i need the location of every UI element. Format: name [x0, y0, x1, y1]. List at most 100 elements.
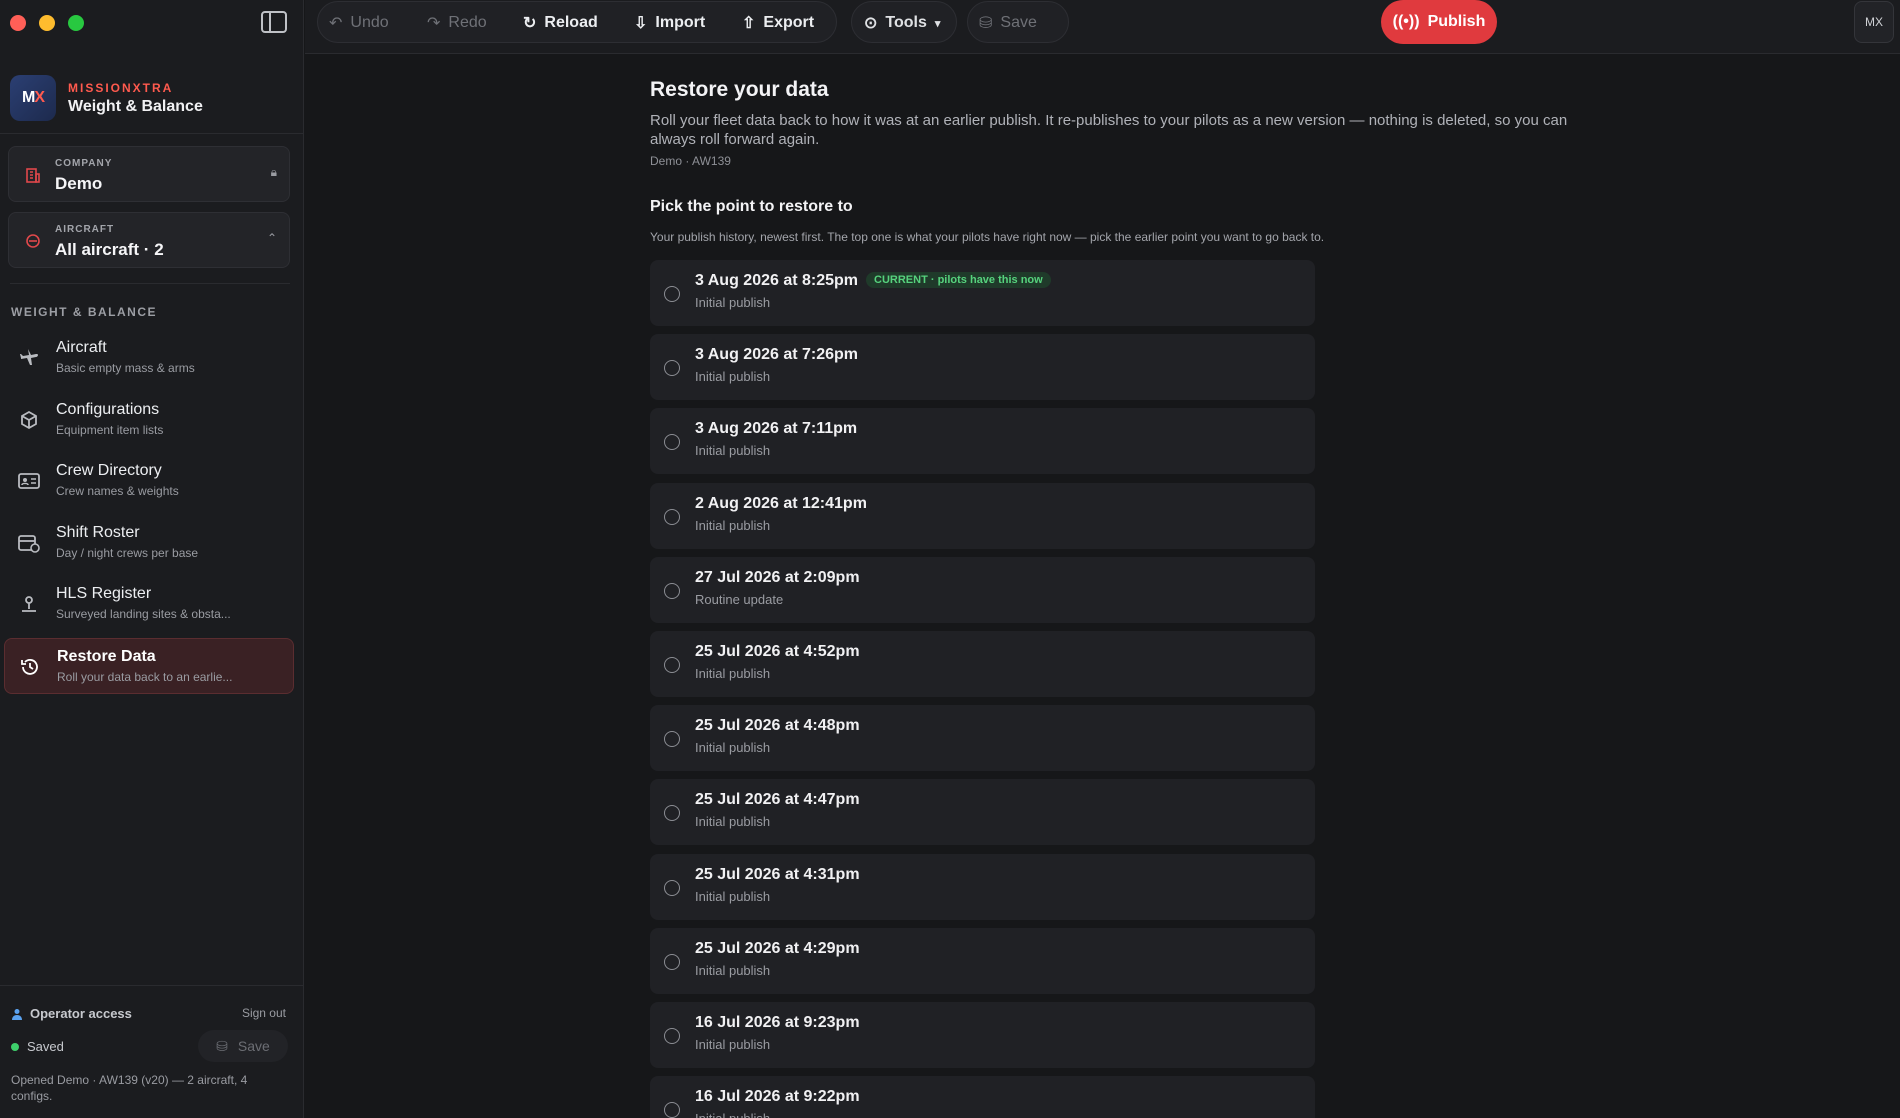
plane-icon [18, 348, 40, 368]
app-window: MX MISSIONXTRA Weight & Balance COMPANY … [0, 0, 1900, 1118]
tools-dropdown[interactable]: ⊙ Tools ▾ [864, 12, 940, 34]
restore-point-row[interactable]: 25 Jul 2026 at 4:47pm Initial publish [650, 779, 1315, 846]
sidebar-item-label: Restore Data [57, 647, 156, 665]
restore-point-row[interactable]: 3 Aug 2026 at 8:25pm CURRENT · pilots hav… [650, 260, 1315, 326]
save-icon: ⛁ [216, 1037, 228, 1054]
sign-out-link[interactable]: Sign out [242, 1006, 286, 1020]
avatar[interactable]: MX [1854, 1, 1894, 43]
restore-point-date-text: 3 Aug 2026 at 8:25pm [695, 272, 859, 289]
restore-point-note: Initial publish [695, 814, 771, 830]
radio-button[interactable] [664, 731, 680, 748]
restore-point-date: 25 Jul 2026 at 4:31pm [695, 866, 860, 884]
calendar-icon [18, 533, 40, 553]
aircraft-picker[interactable]: AIRCRAFT All aircraft · 2 ⌃ [8, 212, 290, 268]
radio-button[interactable] [664, 1102, 680, 1118]
publish-button[interactable]: ((•)) Publish [1381, 0, 1497, 44]
restore-point-date: 3 Aug 2026 at 7:26pm [695, 346, 858, 364]
restore-point-row[interactable]: 16 Jul 2026 at 9:23pm Initial publish [650, 1002, 1315, 1068]
restore-point-row[interactable]: 3 Aug 2026 at 7:26pm Initial publish [650, 334, 1315, 401]
radio-button[interactable] [664, 1028, 680, 1044]
sidebar-item-crew-directory[interactable]: Crew Directory Crew names & weights [4, 453, 294, 509]
aircraft-value: All aircraft · 2 [55, 240, 164, 259]
restore-point-row[interactable]: 16 Jul 2026 at 9:22pm Initial publish [650, 1076, 1315, 1118]
divider [0, 133, 304, 134]
landing-site-icon [18, 594, 40, 614]
minimize-window-button[interactable] [39, 15, 55, 31]
redo-label: Redo [448, 14, 487, 31]
save-button[interactable]: ⛁ Save [979, 12, 1037, 34]
brand-logo: MX [10, 75, 56, 121]
restore-point-date-text: 25 Jul 2026 at 4:29pm [695, 939, 860, 957]
brand-kicker: MISSIONXTRA [68, 80, 174, 95]
aircraft-label: AIRCRAFT [55, 224, 115, 235]
restore-point-note: Initial publish [695, 962, 771, 978]
save-status-label: Saved [27, 1039, 64, 1054]
restore-point-note: Initial publish [695, 369, 771, 385]
restore-point-row[interactable]: 25 Jul 2026 at 4:29pm Initial publish [650, 927, 1315, 994]
restore-point-date: 2 Aug 2026 at 12:41pm [695, 495, 867, 513]
section-subtitle: Your publish history, newest first. The … [650, 230, 1325, 244]
breadcrumb: Demo · AW139 [650, 154, 731, 168]
chevron-down-icon: ▾ [934, 17, 941, 30]
sidebar-item-restore-data[interactable]: Restore Data Roll your data back to an e… [4, 637, 294, 694]
restore-point-note: Initial publish [695, 666, 771, 681]
restore-point-date-text: 3 Aug 2026 at 7:26pm [695, 346, 859, 364]
sidebar-item-configurations[interactable]: Configurations Equipment item lists [4, 392, 294, 448]
company-picker[interactable]: COMPANY Demo 🔒︎ [8, 146, 290, 202]
sidebar-item-aircraft[interactable]: Aircraft Basic empty mass & arms [4, 330, 294, 386]
close-window-button[interactable] [10, 15, 26, 31]
restore-header: Restore your data Roll your fleet data b… [650, 78, 1570, 168]
sidebar-item-subtitle: Basic empty mass & arms [56, 361, 195, 375]
restore-point-row[interactable]: 3 Aug 2026 at 7:11pm Initial publish [650, 408, 1315, 475]
sidebar-item-subtitle: Roll your data back to an earlie... [57, 669, 233, 684]
sidebar-item-subtitle: Day / night crews per base [56, 545, 199, 560]
import-button[interactable]: ⇩ Import [634, 12, 705, 34]
redo-button[interactable]: ↷ Redo [427, 12, 487, 34]
chevron-updown-icon: ⌃ [266, 231, 277, 245]
restore-point-row[interactable]: 2 Aug 2026 at 12:41pm Initial publish [650, 482, 1315, 549]
sidebar-item-shift-roster[interactable]: Shift Roster Day / night crews per base [4, 515, 294, 571]
radio-button[interactable] [664, 805, 680, 822]
restore-point-row[interactable]: 25 Jul 2026 at 4:52pm Initial publish [650, 631, 1315, 697]
undo-button[interactable]: ↶ Undo [329, 12, 389, 34]
sidebar-item-label: Crew Directory [56, 462, 162, 479]
radio-button[interactable] [664, 360, 680, 377]
restore-point-date: 3 Aug 2026 at 8:25pm CURRENT · pilots hav… [695, 272, 1051, 290]
restore-point-note: Initial publish [695, 295, 771, 310]
restore-point-row[interactable]: 25 Jul 2026 at 4:48pm Initial publish [650, 705, 1315, 772]
page-title: Restore your data [650, 78, 829, 101]
reload-button[interactable]: ↻ Reload [523, 12, 598, 34]
sidebar-item-subtitle: Surveyed landing sites & obsta... [56, 607, 231, 621]
radio-button[interactable] [664, 286, 680, 302]
restore-point-note: Initial publish [695, 443, 771, 459]
radio-button[interactable] [664, 508, 680, 525]
restore-point-date-text: 16 Jul 2026 at 9:22pm [695, 1088, 860, 1106]
radio-button[interactable] [664, 953, 680, 970]
restore-point-note: Initial publish [695, 1111, 770, 1118]
app-name: Weight & Balance [68, 97, 203, 115]
footer-save-button[interactable]: ⛁ Save [198, 1030, 288, 1062]
restore-point-row[interactable]: 25 Jul 2026 at 4:31pm Initial publish [650, 853, 1315, 920]
id-card-icon [18, 471, 40, 491]
restore-point-date: 16 Jul 2026 at 9:23pm [695, 1014, 860, 1032]
radio-button[interactable] [664, 657, 680, 673]
box-icon [18, 410, 40, 430]
restore-point-row[interactable]: 27 Jul 2026 at 2:09pm Routine update [650, 556, 1315, 623]
operator-access-label: Operator access [30, 1006, 132, 1021]
restore-point-date-text: 2 Aug 2026 at 12:41pm [695, 494, 867, 512]
restore-point-date-text: 16 Jul 2026 at 9:23pm [695, 1014, 860, 1031]
sidebar-toggle-icon[interactable] [261, 11, 287, 33]
sidebar-item-subtitle: Equipment item lists [56, 422, 164, 437]
radio-button[interactable] [664, 582, 680, 599]
export-button[interactable]: ⇧ Export [742, 12, 814, 34]
zoom-window-button[interactable] [68, 15, 84, 31]
save-icon: ⛁ [979, 15, 993, 32]
radio-button[interactable] [664, 879, 680, 896]
tools-label: Tools [885, 14, 927, 31]
restore-point-note: Initial publish [695, 740, 771, 756]
sidebar: MX MISSIONXTRA Weight & Balance COMPANY … [0, 0, 304, 1118]
lock-icon: 🔒︎ [270, 165, 277, 179]
restore-point-date-text: 25 Jul 2026 at 4:47pm [695, 791, 860, 809]
sidebar-item-hls-register[interactable]: HLS Register Surveyed landing sites & ob… [4, 576, 294, 632]
radio-button[interactable] [664, 434, 680, 451]
